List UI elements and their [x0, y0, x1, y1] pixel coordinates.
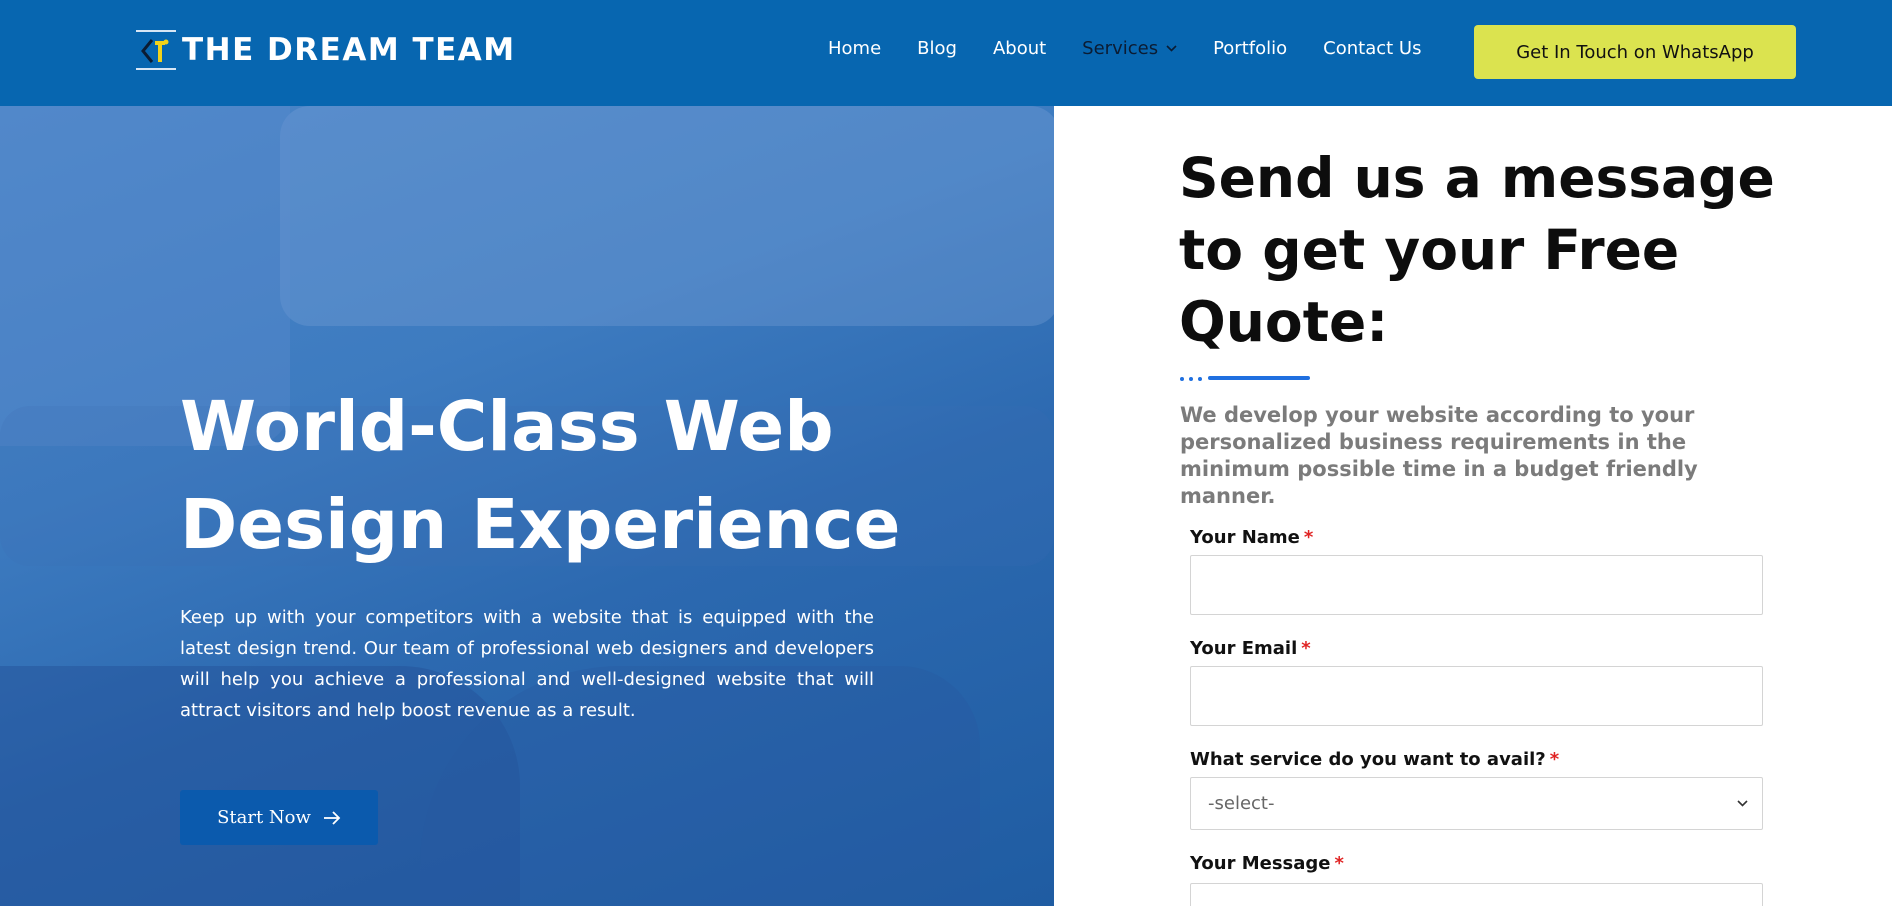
- site-header: THE DREAM TEAM Home Blog About Services …: [0, 0, 1892, 106]
- service-selected-value: -select-: [1208, 793, 1275, 814]
- name-label: Your Name *: [1190, 527, 1314, 548]
- start-now-label: Start Now: [217, 807, 311, 828]
- hero-title: World-Class Web Design Experience: [180, 387, 901, 565]
- start-now-button[interactable]: Start Now: [180, 790, 378, 845]
- title-divider: [1180, 376, 1310, 381]
- email-label: Your Email *: [1190, 638, 1311, 659]
- hero-section: World-Class Web Design Experience Keep u…: [0, 106, 1054, 906]
- message-field[interactable]: [1190, 883, 1763, 906]
- service-select[interactable]: -select-: [1190, 777, 1763, 830]
- name-field[interactable]: [1190, 555, 1763, 615]
- nav-about[interactable]: About: [993, 38, 1046, 59]
- select-chevron-icon: [1737, 800, 1748, 807]
- logo-text: THE DREAM TEAM: [182, 32, 516, 68]
- nav-portfolio[interactable]: Portfolio: [1213, 38, 1287, 59]
- form-title: Send us a message to get your Free Quote…: [1179, 146, 1775, 354]
- hero-description: Keep up with your competitors with a web…: [180, 607, 874, 721]
- whatsapp-cta-button[interactable]: Get In Touch on WhatsApp: [1474, 25, 1796, 79]
- nav-blog[interactable]: Blog: [917, 38, 957, 59]
- nav-services[interactable]: Services: [1082, 38, 1177, 59]
- main-nav: Home Blog About Services Portfolio Conta…: [828, 38, 1457, 59]
- chevron-down-icon: [1166, 45, 1177, 52]
- logo-mark-icon: [136, 28, 176, 72]
- service-label: What service do you want to avail? *: [1190, 749, 1560, 770]
- message-label: Your Message *: [1190, 853, 1344, 874]
- form-intro: We develop your website according to you…: [1180, 403, 1698, 508]
- logo[interactable]: THE DREAM TEAM: [136, 28, 516, 72]
- email-field[interactable]: [1190, 666, 1763, 726]
- nav-contact-us[interactable]: Contact Us: [1323, 38, 1421, 59]
- nav-home[interactable]: Home: [828, 38, 881, 59]
- hero-background-shape: [280, 106, 1054, 326]
- arrow-right-icon: [323, 810, 341, 825]
